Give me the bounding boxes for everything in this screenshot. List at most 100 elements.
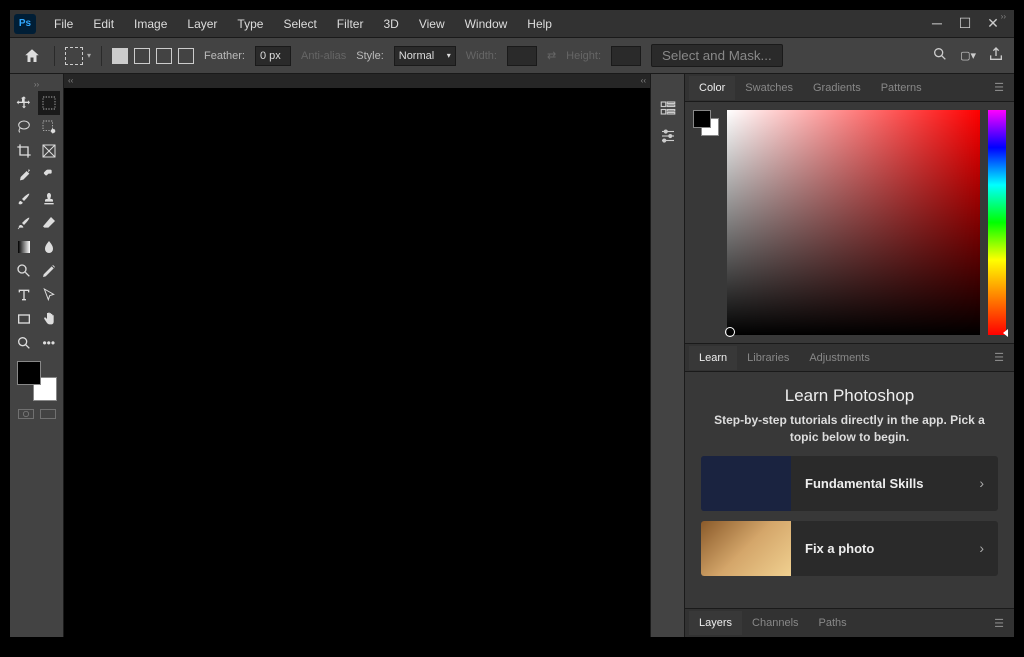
history-panel-icon[interactable] xyxy=(656,96,680,120)
menu-select[interactable]: Select xyxy=(273,13,326,35)
menu-layer[interactable]: Layer xyxy=(177,13,227,35)
healing-tool[interactable] xyxy=(38,163,61,187)
window-minimize-icon[interactable]: ─ xyxy=(930,15,944,32)
color-panel xyxy=(685,102,1014,344)
path-select-tool[interactable] xyxy=(38,283,61,307)
shape-tool[interactable] xyxy=(13,307,36,331)
panels-collapse-icon[interactable]: ›› xyxy=(1001,12,1006,21)
width-input xyxy=(507,46,537,66)
menu-window[interactable]: Window xyxy=(455,13,518,35)
workspace-switcher-icon[interactable]: ▢▾ xyxy=(960,49,976,62)
gradient-tool[interactable] xyxy=(13,235,36,259)
quickmask-icon[interactable] xyxy=(17,407,35,421)
tab-learn[interactable]: Learn xyxy=(689,346,737,370)
pen-tool[interactable] xyxy=(38,259,61,283)
chevron-right-icon: › xyxy=(965,540,998,556)
panel-collapse-right-icon[interactable]: ‹‹ xyxy=(641,76,646,85)
search-icon[interactable] xyxy=(932,46,948,65)
share-icon[interactable] xyxy=(988,46,1004,65)
eraser-tool[interactable] xyxy=(38,211,61,235)
feather-label: Feather: xyxy=(204,50,245,62)
dock-strip xyxy=(650,74,684,637)
tab-swatches[interactable]: Swatches xyxy=(735,76,803,100)
hue-slider[interactable] xyxy=(988,110,1006,335)
selection-add-icon[interactable] xyxy=(134,48,150,64)
layers-panel-menu-icon[interactable]: ☰ xyxy=(988,617,1010,630)
antialias-checkbox: Anti-alias xyxy=(301,50,346,62)
tab-paths[interactable]: Paths xyxy=(809,611,857,635)
tab-layers[interactable]: Layers xyxy=(689,611,742,635)
menu-filter[interactable]: Filter xyxy=(327,13,374,35)
panel-collapse-left-icon[interactable]: ‹‹ xyxy=(68,76,73,85)
options-bar: ▾ Feather: Anti-alias Style: Normal▾ Wid… xyxy=(10,38,1014,74)
dodge-tool[interactable] xyxy=(13,259,36,283)
selection-new-icon[interactable] xyxy=(112,48,128,64)
menu-type[interactable]: Type xyxy=(227,13,273,35)
foreground-color[interactable] xyxy=(17,361,41,385)
learn-card-fixphoto[interactable]: Fix a photo › xyxy=(701,521,998,576)
lasso-tool[interactable] xyxy=(13,115,36,139)
learn-panel-menu-icon[interactable]: ☰ xyxy=(988,351,1010,364)
collapse-chevron-icon[interactable]: ›› xyxy=(12,78,61,91)
canvas[interactable] xyxy=(64,88,650,637)
marquee-tool[interactable] xyxy=(38,91,61,115)
panels-dock: › › Color Swatches Gradients Patterns ☰ xyxy=(684,74,1014,637)
style-label: Style: xyxy=(356,50,384,62)
menu-image[interactable]: Image xyxy=(124,13,177,35)
menu-3d[interactable]: 3D xyxy=(373,13,408,35)
saturation-value-picker[interactable] xyxy=(727,110,980,335)
learn-subtitle: Step-by-step tutorials directly in the a… xyxy=(695,412,1004,446)
feather-input[interactable] xyxy=(255,46,291,66)
blur-tool[interactable] xyxy=(38,235,61,259)
stamp-tool[interactable] xyxy=(38,187,61,211)
learn-title: Learn Photoshop xyxy=(695,386,1004,406)
tab-patterns[interactable]: Patterns xyxy=(871,76,932,100)
move-tool[interactable] xyxy=(13,91,36,115)
screenmode-icon[interactable] xyxy=(39,407,57,421)
zoom-tool[interactable] xyxy=(13,331,36,355)
selection-intersect-icon[interactable] xyxy=(178,48,194,64)
menu-file[interactable]: File xyxy=(44,13,83,35)
menu-help[interactable]: Help xyxy=(517,13,562,35)
quick-select-tool[interactable] xyxy=(38,115,61,139)
learn-panel: Learn Photoshop Step-by-step tutorials d… xyxy=(685,372,1014,609)
color-panel-tabs: Color Swatches Gradients Patterns ☰ xyxy=(685,74,1014,102)
color-panel-menu-icon[interactable]: ☰ xyxy=(988,81,1010,94)
window-close-icon[interactable]: ✕ xyxy=(986,15,1000,32)
crop-tool[interactable] xyxy=(13,139,36,163)
learn-thumb-icon xyxy=(701,456,791,511)
brush-tool[interactable] xyxy=(13,187,36,211)
menu-edit[interactable]: Edit xyxy=(83,13,124,35)
height-label: Height: xyxy=(566,50,601,62)
tab-channels[interactable]: Channels xyxy=(742,611,808,635)
menu-view[interactable]: View xyxy=(409,13,455,35)
type-tool[interactable] xyxy=(13,283,36,307)
learn-card-fundamental[interactable]: Fundamental Skills › xyxy=(701,456,998,511)
history-brush-tool[interactable] xyxy=(13,211,36,235)
hand-tool[interactable] xyxy=(38,307,61,331)
tool-preset-picker[interactable]: ▾ xyxy=(65,47,91,65)
selection-subtract-icon[interactable] xyxy=(156,48,172,64)
learn-thumb-icon xyxy=(701,521,791,576)
tab-color[interactable]: Color xyxy=(689,76,735,100)
eyedropper-tool[interactable] xyxy=(13,163,36,187)
menubar: Ps File Edit Image Layer Type Select Fil… xyxy=(10,10,1014,38)
frame-tool[interactable] xyxy=(38,139,61,163)
tab-gradients[interactable]: Gradients xyxy=(803,76,871,100)
style-select[interactable]: Normal▾ xyxy=(394,46,456,66)
tab-adjustments[interactable]: Adjustments xyxy=(799,346,880,370)
edit-toolbar-icon[interactable]: ••• xyxy=(38,331,61,355)
window-maximize-icon[interactable]: ☐ xyxy=(958,15,972,32)
select-and-mask-button[interactable]: Select and Mask... xyxy=(651,44,783,67)
tab-libraries[interactable]: Libraries xyxy=(737,346,799,370)
properties-panel-icon[interactable] xyxy=(656,124,680,148)
height-input xyxy=(611,46,641,66)
swap-wh-icon: ⇄ xyxy=(547,49,556,62)
chevron-right-icon: › xyxy=(965,475,998,491)
canvas-area: ‹‹ ‹‹ xyxy=(64,74,650,637)
learn-panel-tabs: Learn Libraries Adjustments ☰ xyxy=(685,344,1014,372)
home-button[interactable] xyxy=(20,44,44,68)
color-swatch[interactable] xyxy=(17,361,57,401)
app-logo: Ps xyxy=(14,14,36,34)
color-mini-swatch[interactable] xyxy=(693,110,719,136)
